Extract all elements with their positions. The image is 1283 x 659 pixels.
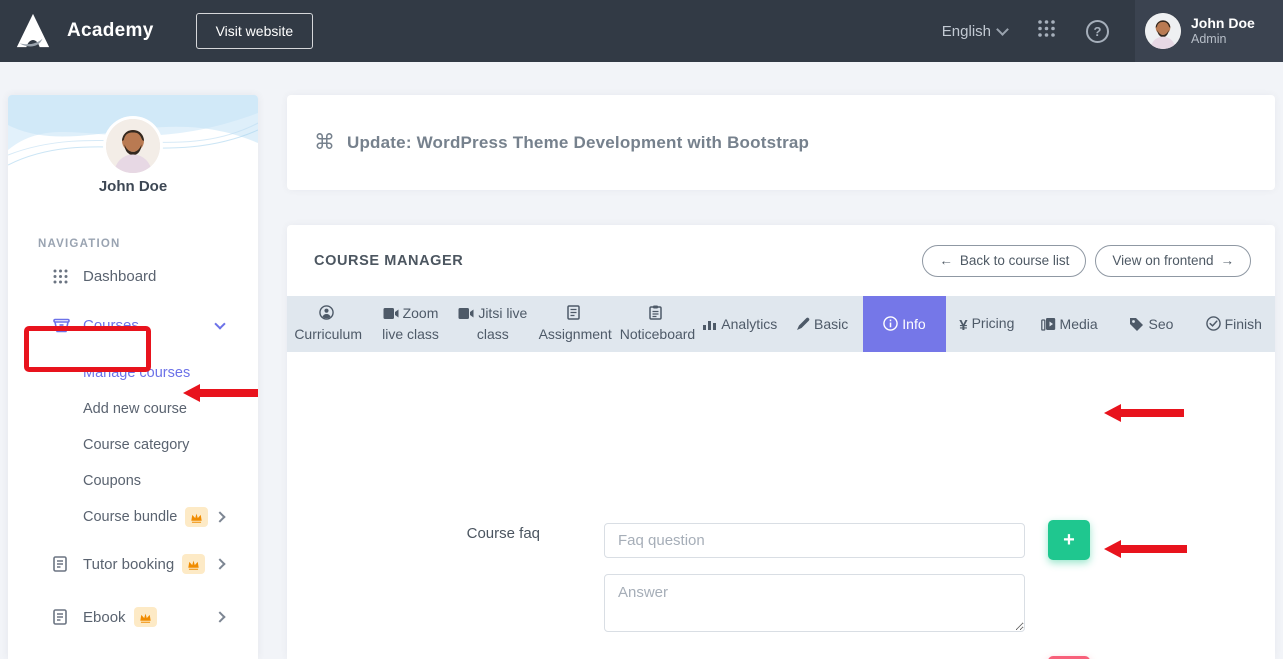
sidebar-item-ebook[interactable]: Ebook bbox=[8, 599, 258, 635]
chevron-right-icon bbox=[214, 611, 225, 622]
sidebar-menu: Dashboard Courses Manage courses Add new… bbox=[8, 258, 258, 635]
page-title-card: ⌘ Update: WordPress Theme Development wi… bbox=[287, 95, 1275, 190]
sidebar-subitem-add-new-course[interactable]: Add new course bbox=[8, 391, 258, 427]
arrow-right-icon: → bbox=[1221, 253, 1235, 268]
tab-noticeboard[interactable]: Noticeboard bbox=[616, 296, 698, 352]
crown-icon bbox=[182, 554, 205, 574]
header-right-group: English ? bbox=[942, 0, 1283, 62]
bucket-icon bbox=[53, 317, 70, 333]
sidebar-subitem-course-bundle[interactable]: Course bundle bbox=[8, 499, 258, 535]
file-icon bbox=[567, 305, 580, 320]
nav-section-label: NAVIGATION bbox=[38, 238, 121, 250]
arrow-left-icon: ← bbox=[939, 253, 953, 268]
sidebar-subitem-label: Coupons bbox=[83, 473, 141, 489]
header-user-role: Admin bbox=[1191, 32, 1255, 47]
faq-answer-textarea-1[interactable] bbox=[604, 574, 1025, 632]
tab-jitsi-live-class[interactable]: Jitsi live class bbox=[452, 296, 534, 352]
tab-finish[interactable]: Finish bbox=[1193, 296, 1275, 352]
chevron-down-icon bbox=[996, 23, 1009, 36]
sidebar-item-label: Courses bbox=[83, 317, 139, 334]
document-icon bbox=[53, 556, 70, 572]
button-label: View on frontend bbox=[1112, 253, 1213, 268]
tab-analytics[interactable]: Analytics bbox=[699, 296, 781, 352]
top-header: Academy Visit website English ? bbox=[0, 0, 1283, 62]
command-icon: ⌘ bbox=[314, 130, 335, 155]
user-circle-icon bbox=[319, 305, 334, 320]
academy-logo-icon bbox=[14, 12, 52, 50]
chevron-right-icon bbox=[214, 511, 225, 522]
sidebar-subitem-label: Course category bbox=[83, 437, 189, 453]
crown-icon bbox=[134, 607, 157, 627]
document-icon bbox=[53, 609, 70, 625]
tab-media[interactable]: Media bbox=[1028, 296, 1110, 352]
faq-question-input-1[interactable] bbox=[604, 523, 1025, 558]
sidebar-subitem-label: Course bundle bbox=[83, 509, 177, 525]
tab-basic[interactable]: Basic bbox=[781, 296, 863, 352]
sidebar-item-label: Tutor booking bbox=[83, 556, 174, 573]
course-faq-form: Course faq + − bbox=[287, 352, 1275, 659]
button-label: Back to course list bbox=[960, 253, 1070, 268]
profile-name: John Doe bbox=[8, 178, 258, 195]
visit-website-button[interactable]: Visit website bbox=[196, 13, 314, 49]
sidebar-item-label: Ebook bbox=[83, 609, 126, 626]
tab-info[interactable]: Info bbox=[863, 296, 945, 352]
page-title: Update: WordPress Theme Development with… bbox=[347, 133, 809, 153]
sidebar-item-label: Dashboard bbox=[83, 268, 156, 285]
info-circle-icon bbox=[883, 316, 898, 331]
media-icon bbox=[1041, 317, 1056, 331]
tab-assignment[interactable]: Assignment bbox=[534, 296, 616, 352]
sidebar-subitem-course-category[interactable]: Course category bbox=[8, 427, 258, 463]
tab-zoom-live-class[interactable]: Zoom live class bbox=[369, 296, 451, 352]
tab-pricing[interactable]: ¥Pricing bbox=[946, 296, 1028, 352]
chevron-right-icon bbox=[214, 558, 225, 569]
section-title: COURSE MANAGER bbox=[314, 253, 463, 269]
video-icon bbox=[383, 307, 399, 320]
main-content: ⌘ Update: WordPress Theme Development wi… bbox=[287, 95, 1275, 659]
sidebar-subitem-label: Manage courses bbox=[83, 365, 190, 381]
profile-avatar bbox=[106, 119, 160, 173]
help-circle-icon[interactable]: ? bbox=[1086, 20, 1109, 43]
tag-icon bbox=[1129, 317, 1144, 331]
header-user-name: John Doe bbox=[1191, 15, 1255, 32]
sidebar-subitem-coupons[interactable]: Coupons bbox=[8, 463, 258, 499]
apps-grid-icon[interactable] bbox=[1037, 19, 1056, 43]
tab-curriculum[interactable]: Curriculum bbox=[287, 296, 369, 352]
dots-grid-icon bbox=[53, 269, 70, 284]
crown-icon bbox=[185, 507, 208, 527]
academy-admin-app: Academy Visit website English ? bbox=[0, 0, 1283, 659]
course-manager-header: COURSE MANAGER ← Back to course list Vie… bbox=[287, 225, 1275, 296]
brand-name: Academy bbox=[67, 20, 154, 42]
course-manager-tabbar: Curriculum Zoom live class Jitsi live cl… bbox=[287, 296, 1275, 352]
bar-chart-icon bbox=[702, 317, 717, 331]
pen-icon bbox=[796, 317, 810, 331]
video-icon bbox=[458, 307, 474, 320]
sidebar-item-dashboard[interactable]: Dashboard bbox=[8, 258, 258, 294]
sidebar-item-courses[interactable]: Courses bbox=[8, 305, 258, 345]
yen-icon: ¥ bbox=[959, 317, 967, 334]
course-manager-card: COURSE MANAGER ← Back to course list Vie… bbox=[287, 225, 1275, 659]
back-to-course-list-button[interactable]: ← Back to course list bbox=[922, 245, 1086, 277]
language-dropdown[interactable]: English bbox=[942, 23, 1007, 40]
sidebar-subitem-manage-courses[interactable]: Manage courses bbox=[8, 355, 258, 391]
check-circle-icon bbox=[1206, 316, 1221, 331]
chevron-down-icon bbox=[214, 318, 225, 329]
course-faq-label: Course faq bbox=[313, 525, 540, 542]
user-avatar bbox=[1145, 13, 1181, 49]
tab-seo[interactable]: Seo bbox=[1110, 296, 1192, 352]
header-user-menu[interactable]: John Doe Admin bbox=[1135, 0, 1283, 62]
sidebar-item-tutor-booking[interactable]: Tutor booking bbox=[8, 546, 258, 582]
sidebar: John Doe NAVIGATION Dashboard bbox=[8, 95, 258, 659]
language-label: English bbox=[942, 23, 991, 40]
view-on-frontend-button[interactable]: View on frontend → bbox=[1095, 245, 1251, 277]
add-faq-button[interactable]: + bbox=[1048, 520, 1090, 560]
sidebar-subitem-label: Add new course bbox=[83, 401, 187, 417]
clipboard-icon bbox=[649, 305, 662, 320]
